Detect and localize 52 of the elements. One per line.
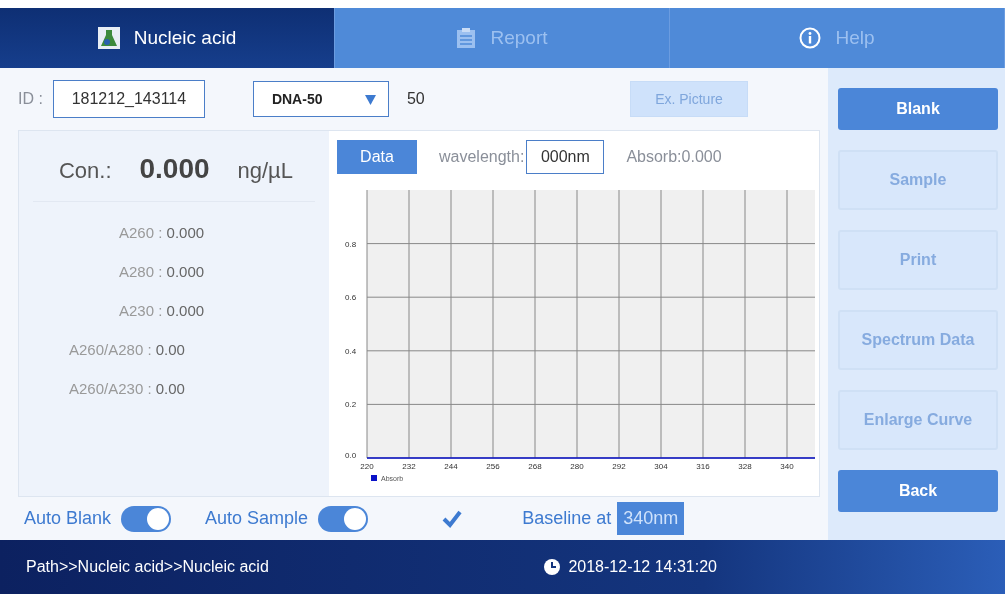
legend-swatch bbox=[371, 475, 377, 481]
side-button[interactable]: Blank bbox=[838, 88, 998, 130]
y-tick-label: 0.4 bbox=[345, 346, 357, 356]
tab[interactable]: Nucleic acid bbox=[0, 8, 335, 68]
x-tick-label: 244 bbox=[444, 462, 458, 471]
x-tick-label: 316 bbox=[696, 462, 710, 471]
absorbance-reading: A260/A280 : 0.00 bbox=[68, 341, 186, 358]
x-tick-label: 220 bbox=[360, 462, 374, 471]
x-tick-label: 328 bbox=[738, 462, 752, 471]
type-dropdown[interactable]: DNA-50 bbox=[252, 81, 389, 117]
id-label: ID : bbox=[18, 90, 43, 108]
x-tick-label: 268 bbox=[528, 462, 542, 471]
tab[interactable]: Report bbox=[335, 8, 670, 68]
id-field[interactable]: 181212_143114 bbox=[52, 80, 205, 118]
x-tick-label: 280 bbox=[570, 462, 584, 471]
y-tick-label: 0.2 bbox=[345, 400, 357, 410]
clock-icon bbox=[544, 559, 561, 575]
tab[interactable]: Help bbox=[670, 8, 1005, 68]
toggle-switch[interactable] bbox=[121, 505, 172, 532]
y-tick-label: 0.6 bbox=[345, 293, 357, 303]
absorbance-reading: A230 : 0.000 bbox=[118, 302, 206, 319]
x-tick-label: 232 bbox=[402, 462, 416, 471]
y-tick-label: 0.0 bbox=[345, 451, 357, 460]
x-tick-label: 292 bbox=[612, 462, 626, 471]
side-button[interactable]: Back bbox=[838, 470, 998, 512]
baseline-field[interactable]: 340nm bbox=[617, 502, 685, 535]
wavelength-label: wavelength: bbox=[439, 148, 525, 166]
flask-icon bbox=[97, 27, 120, 49]
concentration-label: Con.: bbox=[58, 158, 112, 184]
breadcrumb-path: Path>>Nucleic acid>>Nucleic acid bbox=[26, 558, 269, 576]
baseline-label: Baseline at bbox=[522, 508, 612, 529]
absorbance-reading: A260/A230 : 0.00 bbox=[68, 380, 186, 397]
concentration-unit: ng/µL bbox=[237, 158, 293, 184]
date-time: 2018-12-12 14:31:20 bbox=[568, 558, 717, 576]
caret-icon bbox=[364, 93, 376, 105]
factor-value: 50 bbox=[406, 90, 425, 108]
data-button[interactable]: Data bbox=[337, 140, 417, 174]
y-tick-label: 0.8 bbox=[345, 239, 357, 249]
x-tick-label: 304 bbox=[654, 462, 668, 471]
x-tick-label: 256 bbox=[486, 462, 500, 471]
checkbox[interactable] bbox=[442, 508, 463, 529]
absorb-reading: Absorb:0.000 bbox=[626, 148, 722, 166]
wavelength-field[interactable]: 000nm bbox=[526, 140, 605, 174]
absorbance-reading: A280 : 0.000 bbox=[118, 263, 206, 280]
concentration-value: 0.000 bbox=[139, 153, 210, 185]
info-icon bbox=[799, 27, 822, 49]
switch-label: Auto Sample bbox=[205, 508, 309, 529]
clipboard-icon bbox=[456, 27, 477, 49]
x-tick-label: 340 bbox=[780, 462, 794, 471]
absorbance-reading: A260 : 0.000 bbox=[118, 224, 206, 241]
switch-label: Auto Blank bbox=[24, 508, 112, 529]
toggle-switch[interactable] bbox=[318, 505, 369, 532]
